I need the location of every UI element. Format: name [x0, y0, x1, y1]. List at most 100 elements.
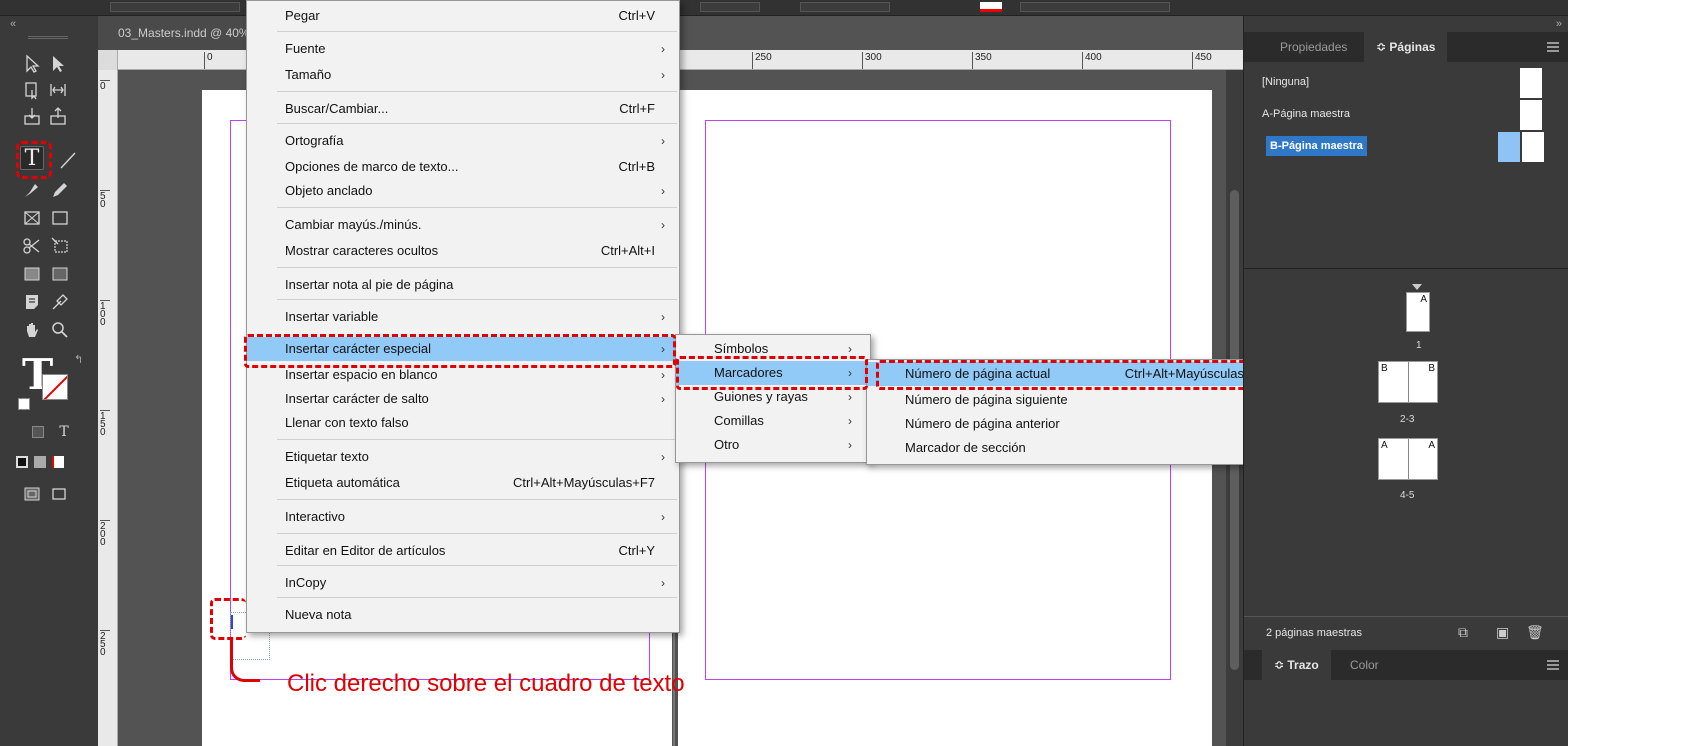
menu-item[interactable]: Editar en Editor de artículos Ctrl+Y [247, 539, 679, 563]
tab-properties[interactable]: Propiedades [1268, 32, 1359, 62]
submenu-item[interactable]: Otro › [676, 433, 870, 457]
submenu-arrow-icon: › [661, 392, 665, 406]
spread-4-5-thumbnail[interactable]: A A [1378, 438, 1438, 480]
control-field[interactable] [700, 2, 760, 12]
page-tool-icon[interactable] [20, 78, 44, 102]
rectangle-frame-tool-icon[interactable] [20, 206, 44, 230]
menu-item[interactable]: InCopy › [247, 571, 679, 595]
marker-item[interactable]: Número de página siguiente [867, 388, 1285, 412]
menu-item[interactable]: Buscar/Cambiar... Ctrl+F [247, 97, 679, 121]
marker-item[interactable]: Número de página anterior [867, 412, 1285, 436]
content-placer-icon[interactable] [46, 104, 70, 128]
master-none[interactable]: [Ninguna] [1262, 72, 1309, 92]
panel-menu-icon[interactable] [1547, 660, 1559, 670]
menu-item[interactable]: Fuente › [247, 37, 679, 61]
swap-colors-icon[interactable]: ↰ [74, 353, 83, 366]
menu-item[interactable]: Llenar con texto falso [247, 411, 679, 435]
ruler-label: 150 [100, 410, 110, 438]
gradient-tool-icon[interactable] [20, 262, 44, 286]
master-b-thumbnail-right[interactable] [1522, 132, 1544, 162]
menu-item[interactable]: Insertar nota al pie de página [247, 273, 679, 297]
panel-menu-icon[interactable] [1547, 42, 1559, 52]
menu-item-shortcut: Ctrl+Y [618, 543, 655, 558]
menu-item[interactable]: Etiquetar texto › [247, 445, 679, 469]
menu-separator [277, 91, 677, 92]
special-character-submenu: Símbolos › Marcadores › Guiones y rayas › Comi… [675, 334, 871, 463]
control-field[interactable] [800, 2, 890, 12]
menu-separator [277, 299, 677, 300]
menu-item[interactable]: Tamaño › [247, 63, 679, 87]
submenu-item[interactable]: Comillas › [676, 409, 870, 433]
menu-separator [277, 499, 677, 500]
formatting-container-icon[interactable] [32, 426, 44, 438]
panel-grip[interactable] [28, 36, 68, 39]
submenu-arrow-icon: › [661, 218, 665, 232]
tab-color[interactable]: Color [1338, 650, 1391, 680]
master-a-thumbnail[interactable] [1520, 100, 1542, 130]
fill-stroke-swatch[interactable]: T [22, 350, 68, 400]
master-b-thumbnail-left[interactable] [1498, 132, 1520, 162]
control-field[interactable] [110, 2, 240, 12]
expand-panel-icon[interactable]: » [1556, 18, 1562, 30]
zoom-tool-icon[interactable] [48, 318, 72, 342]
formatting-text-toggle-icon[interactable]: T [52, 420, 76, 444]
submenu-arrow-icon: › [661, 42, 665, 56]
menu-separator [277, 267, 677, 268]
hand-tool-icon[interactable] [20, 318, 44, 342]
collapse-panel-icon[interactable]: « [10, 18, 16, 30]
menu-item[interactable]: Pegar Ctrl+V [247, 4, 679, 28]
menu-item[interactable]: Insertar variable › [247, 305, 679, 329]
menu-item[interactable]: Cambiar mayús./minús. › [247, 213, 679, 237]
panel-divider[interactable] [1244, 268, 1569, 269]
apply-gradient-icon[interactable] [34, 456, 46, 468]
delete-page-icon[interactable]: 🗑 [1526, 624, 1544, 641]
control-field[interactable] [1020, 2, 1170, 12]
pen-tool-icon[interactable] [20, 178, 44, 202]
submenu-item-label: Otro [714, 437, 740, 452]
menu-item[interactable]: Opciones de marco de texto... Ctrl+B [247, 155, 679, 179]
eyedropper-tool-icon[interactable] [48, 290, 72, 314]
note-tool-icon[interactable] [20, 290, 44, 314]
stroke-swatch[interactable] [42, 374, 68, 400]
master-b[interactable]: B-Página maestra [1266, 136, 1367, 156]
menu-item[interactable]: Objeto anclado › [247, 179, 679, 203]
menu-item[interactable]: Ortografía › [247, 129, 679, 153]
marker-item[interactable]: Marcador de sección [867, 436, 1285, 460]
gradient-feather-tool-icon[interactable] [48, 262, 72, 286]
rectangle-tool-icon[interactable] [48, 206, 72, 230]
vertical-ruler[interactable]: 0 50 100 150 200 250 [98, 70, 118, 746]
selection-tool-icon[interactable] [20, 52, 44, 76]
normal-mode-icon[interactable] [20, 482, 44, 506]
scissors-tool-icon[interactable] [20, 234, 44, 258]
stroke-none-icon[interactable] [980, 2, 1002, 12]
apply-color-icon[interactable] [16, 456, 28, 468]
edit-page-size-icon[interactable]: ⧉ [1458, 624, 1468, 641]
master-a[interactable]: A-Página maestra [1262, 104, 1350, 124]
direct-selection-tool-icon[interactable] [46, 52, 70, 76]
master-none-thumbnail[interactable] [1520, 68, 1542, 98]
ruler-label: 400 [1082, 52, 1102, 69]
new-page-icon[interactable]: ▣ [1496, 624, 1509, 641]
line-tool-icon[interactable] [56, 148, 80, 172]
screen-mode-icon[interactable] [48, 482, 72, 506]
tab-stroke[interactable]: ≎ Trazo [1262, 650, 1331, 680]
marker-item-label: Marcador de sección [905, 440, 1026, 455]
menu-item[interactable]: Mostrar caracteres ocultos Ctrl+Alt+I [247, 239, 679, 263]
pencil-tool-icon[interactable] [48, 178, 72, 202]
menu-item-label: Pegar [285, 8, 320, 23]
menu-item[interactable]: Nueva nota [247, 603, 679, 627]
free-transform-tool-icon[interactable] [48, 234, 72, 258]
ruler-origin[interactable] [98, 50, 118, 70]
document-tab[interactable]: 03_Masters.indd @ 40% [98, 16, 258, 50]
gap-tool-icon[interactable] [46, 78, 70, 102]
menu-item[interactable]: Insertar carácter de salto › [247, 387, 679, 411]
menu-item[interactable]: Interactivo › [247, 505, 679, 529]
ruler-label: 100 [100, 300, 110, 328]
page-1-thumbnail[interactable]: A [1406, 292, 1430, 332]
menu-item[interactable]: Etiqueta automática Ctrl+Alt+Mayúsculas+F… [247, 471, 679, 495]
default-colors-icon[interactable] [18, 398, 30, 410]
spread-2-3-thumbnail[interactable]: B B [1378, 361, 1438, 403]
tab-pages[interactable]: ≎ Páginas [1364, 32, 1448, 62]
apply-none-icon[interactable] [52, 456, 64, 468]
content-collector-icon[interactable] [20, 104, 44, 128]
